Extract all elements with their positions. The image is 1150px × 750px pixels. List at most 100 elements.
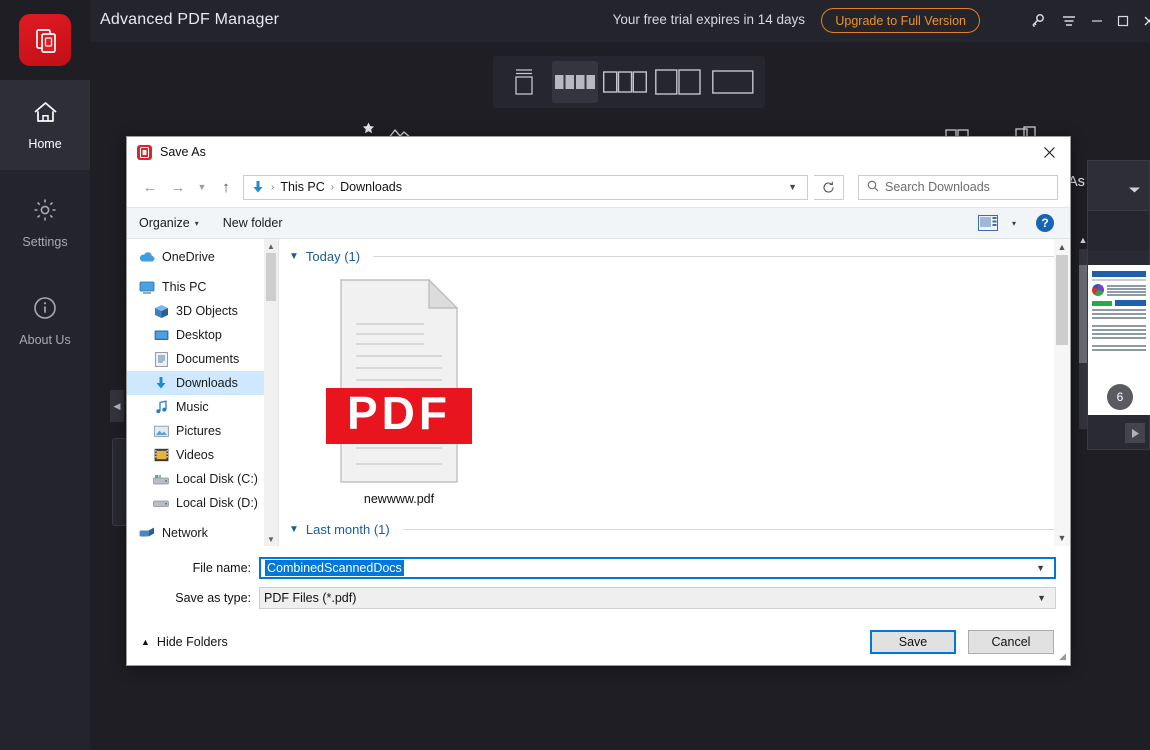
key-icon[interactable] <box>1024 8 1050 34</box>
pdf-app-icon <box>137 145 152 160</box>
scroll-up-arrow-icon[interactable]: ▲ <box>1078 235 1088 247</box>
scroll-up-arrow-icon[interactable]: ▲ <box>264 239 278 253</box>
scroll-up-arrow-icon[interactable]: ▲ <box>1054 239 1070 255</box>
breadcrumb-downloads[interactable]: Downloads <box>340 180 402 194</box>
tree-item-documents[interactable]: Documents <box>127 347 278 371</box>
left-sidebar: Home Settings About Us <box>0 80 90 750</box>
view-mode-three-column[interactable] <box>602 61 648 103</box>
sidebar-item-home[interactable]: Home <box>0 80 90 170</box>
file-group-label: Today (1) <box>306 249 360 264</box>
cancel-button[interactable]: Cancel <box>968 630 1054 654</box>
file-name-row: File name: CombinedScannedDocs ▼ <box>141 556 1056 580</box>
breadcrumb-this-pc[interactable]: This PC <box>280 180 324 194</box>
chevron-down-icon[interactable]: ▼ <box>289 251 299 262</box>
tree-scrollbar[interactable]: ▲ ▼ <box>264 239 278 546</box>
address-bar[interactable]: › This PC › Downloads ▼ <box>243 175 808 200</box>
chevron-down-icon[interactable]: ▼ <box>289 524 299 535</box>
organize-menu-button[interactable]: Organize ▾ <box>139 216 199 230</box>
scroll-down-arrow-icon[interactable]: ▼ <box>264 532 278 546</box>
tree-item-3d-objects[interactable]: 3D Objects <box>127 299 278 323</box>
view-mode-single-page[interactable] <box>501 61 547 103</box>
dialog-title: Save As <box>160 145 206 159</box>
search-placeholder: Search Downloads <box>885 180 990 194</box>
tree-item-label: Pictures <box>176 424 221 438</box>
tree-item-onedrive[interactable]: OneDrive <box>127 245 278 269</box>
forward-button[interactable]: → <box>167 176 189 198</box>
up-one-level-button[interactable]: ↑ <box>215 176 237 198</box>
cloud-icon <box>139 249 155 265</box>
file-group-header-last-month[interactable]: ▼ Last month (1) <box>279 506 1070 537</box>
page-number-badge: 6 <box>1107 384 1133 410</box>
dialog-footer: ▲ Hide Folders Save Cancel <box>127 616 1070 654</box>
sidebar-item-settings[interactable]: Settings <box>0 178 90 268</box>
resize-grip-icon[interactable]: ◢ <box>1059 651 1066 662</box>
trial-status-text: Your free trial expires in 14 days <box>613 12 805 27</box>
downloads-icon <box>153 375 169 391</box>
help-button[interactable]: ? <box>1036 214 1054 232</box>
file-name-label: newwww.pdf <box>364 492 434 506</box>
tree-item-pictures[interactable]: Pictures <box>127 419 278 443</box>
tree-item-downloads[interactable]: Downloads <box>127 371 278 395</box>
file-group-header-today[interactable]: ▼ Today (1) <box>279 239 1070 264</box>
save-button[interactable]: Save <box>870 630 956 654</box>
videos-icon <box>153 447 169 463</box>
refresh-button[interactable] <box>814 175 844 200</box>
close-button[interactable] <box>1136 8 1150 34</box>
hamburger-menu-icon[interactable] <box>1056 8 1082 34</box>
tree-item-label: Local Disk (D:) <box>176 496 258 510</box>
file-name-input[interactable]: CombinedScannedDocs ▼ <box>259 557 1056 579</box>
application-window: Advanced PDF Manager Your free trial exp… <box>0 0 1150 750</box>
tree-item-music[interactable]: Music <box>127 395 278 419</box>
network-icon <box>139 525 155 541</box>
hide-folders-button[interactable]: ▲ Hide Folders <box>141 635 228 649</box>
scroll-left-button[interactable]: ◀ <box>110 390 124 422</box>
nav-spacer <box>0 268 90 276</box>
search-box[interactable]: Search Downloads <box>858 175 1058 200</box>
save-as-type-select[interactable]: PDF Files (*.pdf) ▼ <box>259 587 1056 609</box>
music-note-icon <box>153 399 169 415</box>
tree-item-label: Local Disk (C:) <box>176 472 258 486</box>
view-mode-thumbnail-strip[interactable] <box>552 61 598 103</box>
tree-item-desktop[interactable]: Desktop <box>127 323 278 347</box>
list-item[interactable]: PDF newwww.pdf <box>324 276 474 506</box>
file-list-scrollbar[interactable]: ▲ ▼ <box>1054 239 1070 546</box>
upgrade-button[interactable]: Upgrade to Full Version <box>821 8 980 33</box>
pdf-file-icon: PDF <box>325 276 473 486</box>
dialog-action-buttons: Save Cancel <box>870 630 1054 654</box>
view-layout-icon[interactable] <box>978 215 998 231</box>
tree-item-network[interactable]: Network <box>127 521 278 545</box>
tree-item-videos[interactable]: Videos <box>127 443 278 467</box>
dialog-close-button[interactable] <box>1034 140 1064 164</box>
file-group-label: Last month (1) <box>306 522 390 537</box>
organize-label: Organize <box>139 216 190 230</box>
chevron-down-icon[interactable]: ▼ <box>1029 563 1052 573</box>
file-list-scrollbar-thumb[interactable] <box>1056 255 1068 345</box>
dialog-title-bar: Save As <box>127 137 1070 167</box>
maximize-button[interactable] <box>1110 8 1136 34</box>
minimize-button[interactable] <box>1084 8 1110 34</box>
tree-item-label: Desktop <box>176 328 222 342</box>
file-name-value: CombinedScannedDocs <box>265 560 404 576</box>
recent-locations-button[interactable]: ▼ <box>195 176 209 198</box>
chevron-down-icon[interactable]: ▼ <box>1030 593 1053 603</box>
tree-item-local-disk-d[interactable]: Local Disk (D:) <box>127 491 278 515</box>
group-divider <box>373 256 1056 257</box>
new-folder-button[interactable]: New folder <box>223 216 283 230</box>
next-page-button[interactable] <box>1125 423 1145 443</box>
scroll-down-arrow-icon[interactable]: ▼ <box>1054 530 1070 546</box>
tree-scrollbar-thumb[interactable] <box>266 253 276 301</box>
chevron-down-icon[interactable] <box>1128 181 1141 199</box>
view-mode-one-column[interactable] <box>709 61 757 103</box>
tree-item-this-pc[interactable]: This PC <box>127 275 278 299</box>
svg-text:PDF: PDF <box>347 387 451 439</box>
view-options-caret-icon[interactable]: ▾ <box>1012 219 1016 228</box>
sidebar-item-about-us[interactable]: About Us <box>0 276 90 366</box>
tree-item-local-disk-c[interactable]: Local Disk (C:) <box>127 467 278 491</box>
address-dropdown-icon[interactable]: ▼ <box>782 182 803 192</box>
view-mode-two-column[interactable] <box>652 61 704 103</box>
sidebar-item-label: Settings <box>22 235 67 249</box>
panel-header <box>1088 161 1149 211</box>
panel-scrollbar-thumb[interactable] <box>1079 265 1087 363</box>
back-button[interactable]: ← <box>139 176 161 198</box>
hard-drive-icon <box>153 471 169 487</box>
